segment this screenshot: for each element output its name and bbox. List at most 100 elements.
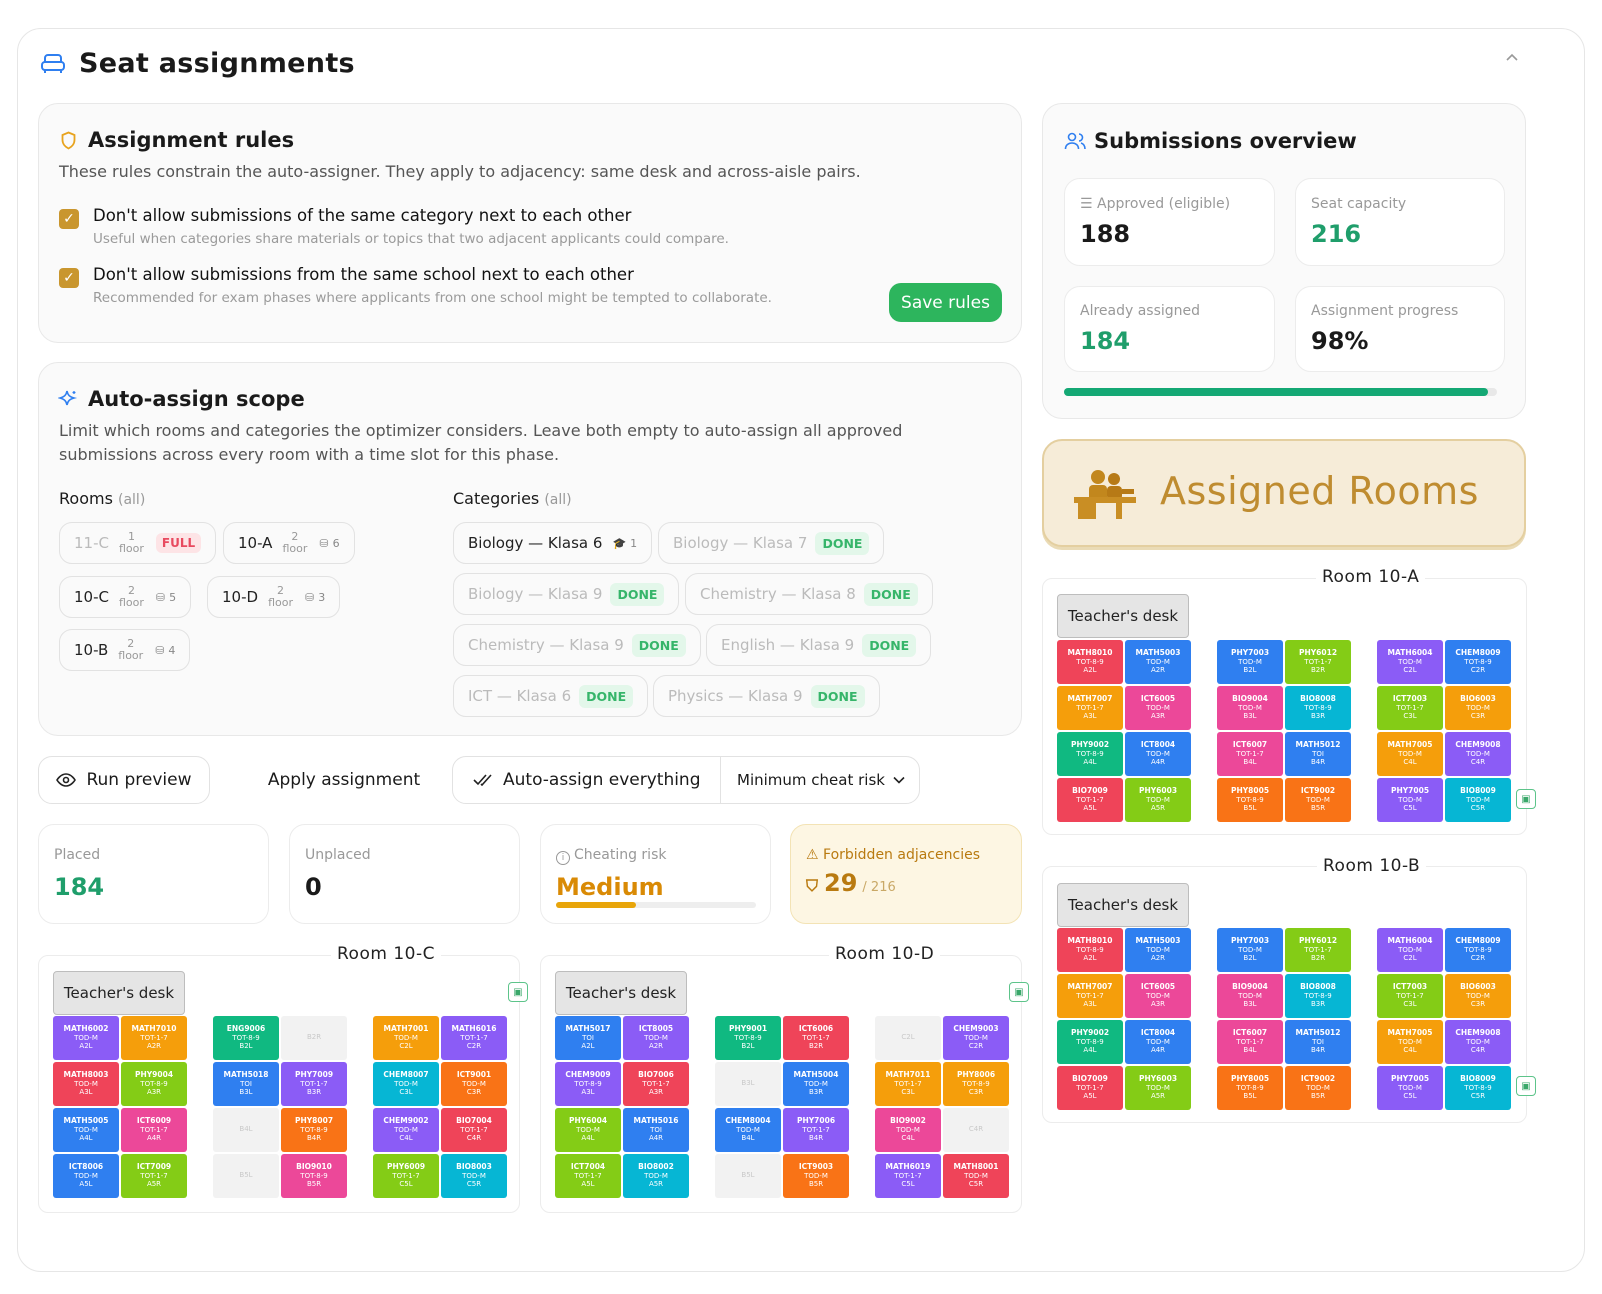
seat-10d-a3r[interactable]: BIO7006 TOT-1-7 A3R (623, 1062, 689, 1106)
category-chip-english-9[interactable]: English — Klasa 9 DONE (706, 624, 932, 666)
seat-10c-b5r[interactable]: BIO9010 TOT-8-9 B5R (281, 1154, 347, 1198)
apply-assignment-button[interactable]: Apply assignment (220, 756, 442, 804)
seat-10a-c2l[interactable]: MATH6004 TOD-M C2L (1377, 640, 1443, 684)
seat-10a-c3l[interactable]: ICT7003 TOT-1-7 C3L (1377, 686, 1443, 730)
seat-10b-b4l[interactable]: ICT6007 TOT-1-7 B4L (1217, 1020, 1283, 1064)
seat-10a-a2r[interactable]: MATH5003 TOD-M A2R (1125, 640, 1191, 684)
seat-10d-c2r[interactable]: CHEM9003 TOD-M C2R (943, 1016, 1009, 1060)
seat-10a-a3r[interactable]: ICT6005 TOD-M A3R (1125, 686, 1191, 730)
seat-10b-a5r[interactable]: PHY6003 TOD-M A5R (1125, 1066, 1191, 1110)
category-chip-biology-9[interactable]: Biology — Klasa 9 DONE (453, 573, 680, 615)
room-10b-pin-icon[interactable]: ▣ (1516, 1076, 1536, 1096)
seat-10b-c2r[interactable]: CHEM8009 TOT-8-9 C2R (1445, 928, 1511, 972)
rule-category-checkbox[interactable]: ✓ (59, 209, 79, 229)
seat-10a-b3l[interactable]: BIO9004 TOD-M B3L (1217, 686, 1283, 730)
seat-10a-a2l[interactable]: MATH8010 TOT-8-9 A2L (1057, 640, 1123, 684)
category-chip-ict-6[interactable]: ICT — Klasa 6 DONE (453, 675, 649, 717)
seat-10b-b5l[interactable]: PHY8005 TOT-8-9 B5L (1217, 1066, 1283, 1110)
seat-10c-b2r[interactable]: B2R (281, 1016, 347, 1060)
seat-10b-a4l[interactable]: PHY9002 TOT-8-9 A4L (1057, 1020, 1123, 1064)
seat-10a-c5r[interactable]: BIO8009 TOD-M C5R (1445, 778, 1511, 822)
seat-10c-b3l[interactable]: MATH5018 TOI B3L (213, 1062, 279, 1106)
collapse-chevron-icon[interactable] (1504, 50, 1520, 66)
seat-10c-c4r[interactable]: BIO7004 TOT-1-7 C4R (441, 1108, 507, 1152)
seat-10b-b3r[interactable]: BIO8008 TOT-8-9 B3R (1285, 974, 1351, 1018)
seat-10d-a5r[interactable]: BIO8002 TOD-M A5R (623, 1154, 689, 1198)
seat-10a-a4l[interactable]: PHY9002 TOT-8-9 A4L (1057, 732, 1123, 776)
room-10d-pin-icon[interactable]: ▣ (1009, 982, 1029, 1002)
category-chip-chemistry-8[interactable]: Chemistry — Klasa 8 DONE (685, 573, 933, 615)
seat-10d-b3r[interactable]: MATH5004 TOD-M B3R (783, 1062, 849, 1106)
run-preview-button[interactable]: Run preview (38, 756, 210, 804)
seat-10b-a3l[interactable]: MATH7007 TOT-1-7 A3L (1057, 974, 1123, 1018)
seat-10c-b4r[interactable]: PHY8007 TOT-8-9 B4R (281, 1108, 347, 1152)
seat-10b-b3l[interactable]: BIO9004 TOD-M B3L (1217, 974, 1283, 1018)
category-chip-biology-7[interactable]: Biology — Klasa 7 DONE (658, 522, 885, 564)
seat-10c-c5r[interactable]: BIO8003 TOD-M C5R (441, 1154, 507, 1198)
seat-10b-a2r[interactable]: MATH5003 TOD-M A2R (1125, 928, 1191, 972)
seat-10a-b5l[interactable]: PHY8005 TOT-8-9 B5L (1217, 778, 1283, 822)
seat-10c-c3r[interactable]: ICT9001 TOD-M C3R (441, 1062, 507, 1106)
seat-10a-b4r[interactable]: MATH5012 TOI B4R (1285, 732, 1351, 776)
category-chip-biology-6[interactable]: Biology — Klasa 6 🎓 1 (453, 522, 653, 564)
seat-10d-a4r[interactable]: MATH5016 TOI A4R (623, 1108, 689, 1152)
seat-10d-b2r[interactable]: ICT6006 TOT-1-7 B2R (783, 1016, 849, 1060)
seat-10b-b4r[interactable]: MATH5012 TOI B4R (1285, 1020, 1351, 1064)
category-chip-chemistry-9[interactable]: Chemistry — Klasa 9 DONE (453, 624, 701, 666)
seat-10b-b2l[interactable]: PHY7003 TOD-M B2L (1217, 928, 1283, 972)
seat-10b-c3l[interactable]: ICT7003 TOT-1-7 C3L (1377, 974, 1443, 1018)
seat-10d-b5l[interactable]: B5L (715, 1154, 781, 1198)
seat-10d-a4l[interactable]: PHY6004 TOD-M A4L (555, 1108, 621, 1152)
seat-10d-b5r[interactable]: ICT9003 TOD-M B5R (783, 1154, 849, 1198)
seat-10a-c2r[interactable]: CHEM8009 TOT-8-9 C2R (1445, 640, 1511, 684)
seat-10b-c5r[interactable]: BIO8009 TOT-8-9 C5R (1445, 1066, 1511, 1110)
seat-10c-b2l[interactable]: ENG9006 TOT-8-9 B2L (213, 1016, 279, 1060)
seat-10d-c4l[interactable]: BIO9002 TOD-M C4L (875, 1108, 941, 1152)
seat-10c-b3r[interactable]: PHY7009 TOT-1-7 B3R (281, 1062, 347, 1106)
seat-10d-b3l[interactable]: B3L (715, 1062, 781, 1106)
seat-10c-a4l[interactable]: MATH5005 TOD-M A4L (53, 1108, 119, 1152)
rule-school-checkbox[interactable]: ✓ (59, 268, 79, 288)
seat-10c-c5l[interactable]: PHY6009 TOT-1-7 C5L (373, 1154, 439, 1198)
seat-10a-b5r[interactable]: ICT9002 TOD-M B5R (1285, 778, 1351, 822)
seat-10c-a5r[interactable]: ICT7009 TOT-1-7 A5R (121, 1154, 187, 1198)
seat-10a-b4l[interactable]: ICT6007 TOT-1-7 B4L (1217, 732, 1283, 776)
room-chip-10d[interactable]: 10-D 2 floor ⛁ 3 (207, 576, 341, 618)
seat-10c-b4l[interactable]: B4L (213, 1108, 279, 1152)
seat-10d-c5l[interactable]: MATH6019 TOT-1-7 C5L (875, 1154, 941, 1198)
seat-10a-c4r[interactable]: CHEM9008 TOD-M C4R (1445, 732, 1511, 776)
room-chip-10a[interactable]: 10-A 2 floor ⛁ 6 (223, 522, 355, 564)
seat-10d-c3l[interactable]: MATH7011 TOT-1-7 C3L (875, 1062, 941, 1106)
seat-10b-a3r[interactable]: ICT6005 TOD-M A3R (1125, 974, 1191, 1018)
seat-10b-a4r[interactable]: ICT8004 TOD-M A4R (1125, 1020, 1191, 1064)
seat-10d-a2l[interactable]: MATH5017 TOI A2L (555, 1016, 621, 1060)
seat-10a-a5r[interactable]: PHY6003 TOD-M A5R (1125, 778, 1191, 822)
seat-10c-c2r[interactable]: MATH6016 TOT-1-7 C2R (441, 1016, 507, 1060)
seat-10d-a2r[interactable]: ICT8005 TOD-M A2R (623, 1016, 689, 1060)
seat-10b-b5r[interactable]: ICT9002 TOD-M B5R (1285, 1066, 1351, 1110)
seat-10a-c4l[interactable]: MATH7005 TOD-M C4L (1377, 732, 1443, 776)
seat-10c-a3l[interactable]: MATH8003 TOD-M A3L (53, 1062, 119, 1106)
seat-10c-c4l[interactable]: CHEM9002 TOD-M C4L (373, 1108, 439, 1152)
seat-10c-b5l[interactable]: B5L (213, 1154, 279, 1198)
seat-10b-c5l[interactable]: PHY7005 TOD-M C5L (1377, 1066, 1443, 1110)
seat-10d-a3l[interactable]: CHEM9009 TOT-8-9 A3L (555, 1062, 621, 1106)
seat-10c-a5l[interactable]: ICT8006 TOD-M A5L (53, 1154, 119, 1198)
seat-10d-b4r[interactable]: PHY7006 TOT-1-7 B4R (783, 1108, 849, 1152)
seat-10a-a4r[interactable]: ICT8004 TOD-M A4R (1125, 732, 1191, 776)
seat-10c-c3l[interactable]: CHEM8007 TOD-M C3L (373, 1062, 439, 1106)
seat-10d-b4l[interactable]: CHEM8004 TOD-M B4L (715, 1108, 781, 1152)
seat-10a-c3r[interactable]: BIO6003 TOD-M C3R (1445, 686, 1511, 730)
strategy-select[interactable]: Minimum cheat risk (721, 771, 905, 789)
seat-10d-c3r[interactable]: PHY8006 TOT-8-9 C3R (943, 1062, 1009, 1106)
seat-10a-b2r[interactable]: PHY6012 TOT-1-7 B2R (1285, 640, 1351, 684)
seat-10c-a4r[interactable]: ICT6009 TOT-1-7 A4R (121, 1108, 187, 1152)
seat-10b-c4l[interactable]: MATH7005 TOD-M C4L (1377, 1020, 1443, 1064)
seat-10a-c5l[interactable]: PHY7005 TOD-M C5L (1377, 778, 1443, 822)
seat-10c-a3r[interactable]: PHY9004 TOT-8-9 A3R (121, 1062, 187, 1106)
seat-10d-c5r[interactable]: MATH8001 TOD-M C5R (943, 1154, 1009, 1198)
room-chip-11c[interactable]: 11-C 1 floor FULL (59, 522, 217, 564)
seat-10b-c3r[interactable]: BIO6003 TOD-M C3R (1445, 974, 1511, 1018)
seat-10b-b2r[interactable]: PHY6012 TOT-1-7 B2R (1285, 928, 1351, 972)
seat-10a-a3l[interactable]: MATH7007 TOT-1-7 A3L (1057, 686, 1123, 730)
